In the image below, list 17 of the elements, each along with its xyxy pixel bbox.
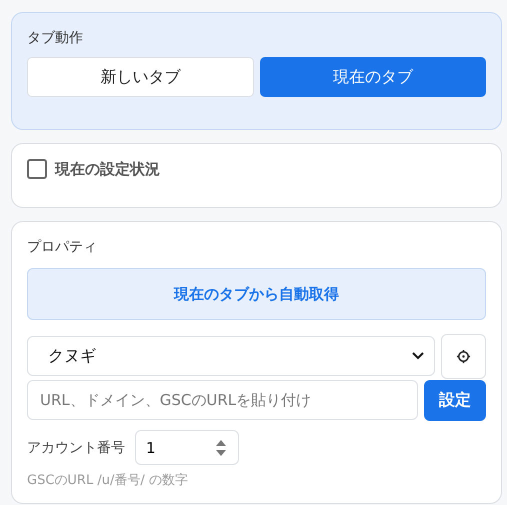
section-title: タブ動作 (27, 29, 84, 47)
url-field[interactable]: URL、ドメイン、GSCのURLを貼り付け (27, 380, 418, 420)
hint-text: GSCのURL /u/番号/ の数字 (27, 472, 189, 489)
target-button[interactable] (441, 334, 486, 379)
account-label: アカウント番号 (27, 438, 125, 456)
account-number-field[interactable]: 1 (135, 430, 239, 465)
tab-option[interactable]: 現在のタブ (260, 57, 486, 97)
property-select[interactable]: クヌギ (27, 336, 435, 376)
checkbox-label: 現在の設定状況 (55, 160, 160, 178)
section-title: プロパティ (27, 238, 98, 256)
crosshair-icon (456, 349, 471, 364)
set-button[interactable]: 設定 (424, 380, 486, 421)
checkbox[interactable] (27, 159, 47, 179)
caret-icon (412, 352, 424, 360)
spinner-icon (214, 438, 228, 458)
auto-fetch-button[interactable]: 現在のタブから自動取得 (27, 268, 486, 320)
tab-option[interactable]: 新しいタブ (27, 57, 254, 97)
